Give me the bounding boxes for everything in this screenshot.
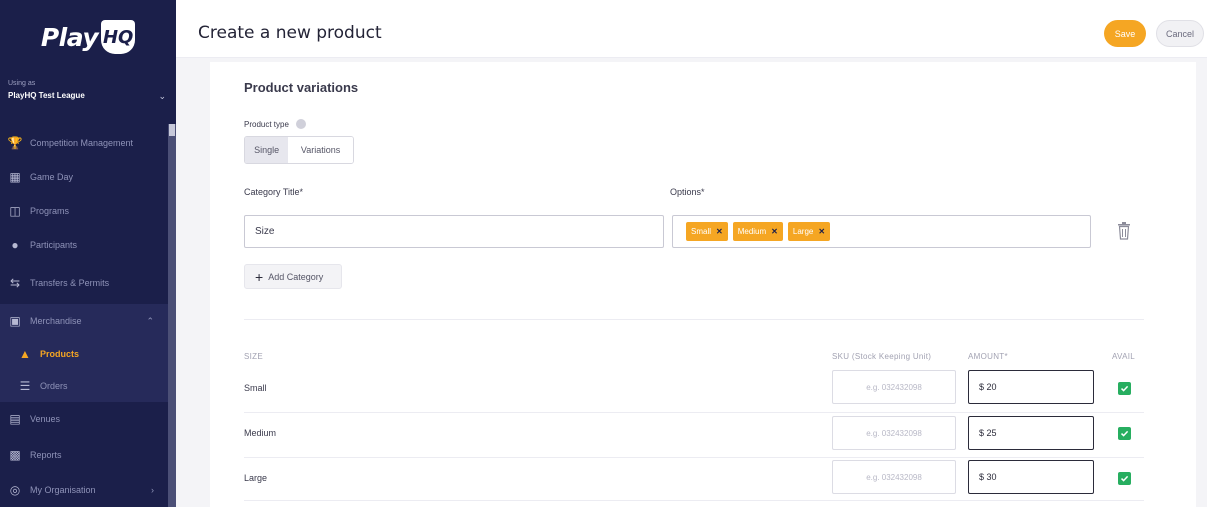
checkmark-icon [1120, 475, 1129, 482]
row-size-label: Medium [244, 428, 277, 438]
sidebar-item-label: Orders [40, 381, 68, 391]
chevron-right-icon: › [151, 485, 154, 495]
sidebar-item-merchandise[interactable]: ▣ Merchandise ⌃ [0, 304, 168, 338]
checkmark-icon [1120, 430, 1129, 437]
row-size-label: Small [244, 383, 267, 393]
sidebar-item-game-day[interactable]: ▦ Game Day [0, 160, 168, 194]
transfer-icon: ⇆ [9, 276, 21, 290]
venue-icon: ▤ [9, 412, 21, 426]
sidebar-item-products[interactable]: ▲ Products [0, 338, 168, 370]
sidebar-item-label: My Organisation [30, 485, 96, 495]
add-category-label: Add Category [268, 271, 324, 282]
availability-checkbox[interactable] [1118, 427, 1131, 440]
calendar-icon: ▦ [9, 170, 21, 184]
globe-icon: ◎ [9, 483, 21, 497]
sku-input[interactable]: e.g. 032432098 [832, 460, 956, 494]
add-category-button[interactable]: + Add Category [244, 264, 342, 289]
plus-icon: + [255, 268, 264, 285]
option-tag-label: Medium [737, 227, 767, 236]
divider [244, 319, 1144, 320]
sidebar-item-reports[interactable]: ▩ Reports [0, 438, 168, 472]
cancel-button[interactable]: Cancel [1156, 20, 1204, 47]
chevron-up-icon: ⌃ [146, 315, 154, 326]
sidebar-item-label: Game Day [30, 172, 74, 182]
column-header-sku: SKU (Stock Keeping Unit) [832, 352, 932, 361]
trophy-icon: 🏆 [7, 136, 23, 150]
column-header-avail: AVAIL [1112, 352, 1135, 361]
row-size-label: Large [244, 473, 268, 483]
section-title: Product variations [244, 80, 359, 95]
availability-checkbox[interactable] [1118, 472, 1131, 485]
book-icon: ◫ [9, 204, 21, 218]
people-icon: ● [11, 238, 19, 252]
sidebar-item-label: Products [40, 349, 80, 359]
sidebar-item-transfers-permits[interactable]: ⇆ Transfers & Permits [0, 266, 168, 300]
org-name: PlayHQ Test League [8, 91, 85, 100]
sidebar-item-label: Reports [30, 450, 62, 460]
row-separator [244, 412, 1144, 413]
product-type-variations[interactable]: Variations [288, 137, 353, 163]
product-variations-card: Product variations Product type Single V… [210, 62, 1196, 507]
remove-tag-icon[interactable]: ✕ [818, 227, 825, 236]
sidebar-item-competition-management[interactable]: 🏆 Competition Management [0, 126, 168, 160]
sidebar-item-participants[interactable]: ● Participants [0, 228, 168, 262]
org-caption: Using as [8, 80, 36, 87]
list-icon: ☰ [19, 379, 31, 393]
trash-icon[interactable] [1117, 222, 1131, 240]
sidebar-item-label: Participants [30, 240, 78, 250]
remove-tag-icon[interactable]: ✕ [771, 227, 778, 236]
options-input[interactable]: Small ✕ Medium ✕ Large ✕ [672, 215, 1091, 248]
row-separator [244, 457, 1144, 458]
option-tag-label: Large [792, 227, 814, 236]
sidebar-item-label: Transfers & Permits [30, 278, 110, 288]
option-tag-label: Small [691, 227, 712, 236]
sidebar-item-my-organisation[interactable]: ◎ My Organisation › [0, 473, 168, 507]
playhq-logo[interactable]: Play HQ [0, 0, 176, 74]
amount-input[interactable]: $ 20 [968, 370, 1094, 404]
sidebar-item-programs[interactable]: ◫ Programs [0, 194, 168, 228]
sidebar-item-venues[interactable]: ▤ Venues [0, 402, 168, 436]
column-header-amount: AMOUNT* [968, 352, 1008, 361]
checkmark-icon [1120, 385, 1129, 392]
option-tag: Small ✕ [686, 222, 728, 241]
sku-input[interactable]: e.g. 032432098 [832, 416, 956, 450]
page-header: Create a new product Save Cancel [176, 0, 1207, 58]
row-separator [244, 500, 1144, 501]
amount-input[interactable]: $ 30 [968, 460, 1094, 494]
logo-play-text: Play [40, 22, 99, 52]
sidebar-item-orders[interactable]: ☰ Orders [0, 370, 168, 402]
product-type-single[interactable]: Single [245, 137, 289, 163]
column-header-size: SIZE [244, 352, 263, 361]
logo-hq-shield: HQ [101, 20, 136, 54]
sku-input[interactable]: e.g. 032432098 [832, 370, 956, 404]
option-tag: Medium ✕ [732, 222, 783, 241]
report-icon: ▩ [9, 448, 21, 462]
sidebar-item-label: Merchandise [30, 316, 82, 326]
help-icon[interactable] [296, 119, 306, 129]
shirt-icon: ▲ [19, 347, 31, 361]
sidebar-item-label: Competition Management [30, 138, 134, 148]
category-title-input[interactable]: Size [244, 215, 664, 248]
sidebar-scrollbar[interactable] [168, 124, 176, 507]
save-button[interactable]: Save [1104, 20, 1146, 47]
option-tag: Large ✕ [787, 222, 831, 241]
sidebar-item-label: Programs [30, 206, 70, 216]
options-label: Options* [670, 187, 705, 197]
box-icon: ▣ [9, 314, 21, 328]
product-type-label: Product type [244, 120, 289, 129]
product-type-toggle: Single Variations [244, 136, 354, 164]
sidebar-item-label: Venues [30, 414, 61, 424]
sidebar: Play HQ Using as PlayHQ Test League ⌄ 🏆 … [0, 0, 176, 507]
page-title: Create a new product [198, 23, 382, 43]
sidebar-scroll-thumb[interactable] [169, 124, 175, 136]
chevron-down-icon: ⌄ [158, 91, 166, 101]
amount-input[interactable]: $ 25 [968, 416, 1094, 450]
remove-tag-icon[interactable]: ✕ [716, 227, 723, 236]
category-title-label: Category Title* [244, 187, 304, 197]
availability-checkbox[interactable] [1118, 382, 1131, 395]
org-switcher[interactable]: Using as PlayHQ Test League ⌄ [0, 74, 176, 124]
